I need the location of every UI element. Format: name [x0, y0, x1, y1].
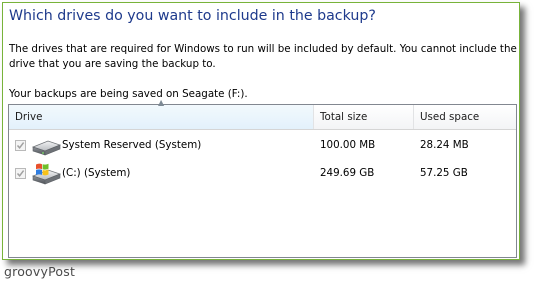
groovypost-watermark: groovyPost: [4, 264, 76, 279]
drive-row[interactable]: System Reserved (System) 100.00 MB 28.24…: [9, 133, 516, 161]
column-header-drive-label: Drive: [15, 111, 43, 123]
column-header-total-size-label: Total size: [320, 111, 368, 123]
backup-drive-selection-panel: Which drives do you want to include in t…: [2, 2, 520, 260]
drive-list[interactable]: Drive ▲ Total size Used space System Res…: [8, 98, 517, 258]
drive-name: (C:) (System): [62, 167, 131, 179]
column-header-used-space[interactable]: Used space: [414, 105, 516, 129]
drive-name: System Reserved (System): [62, 139, 202, 151]
drive-total-size: 100.00 MB: [320, 139, 376, 151]
checkmark-icon: [16, 142, 25, 149]
screenshot-stage: Which drives do you want to include in t…: [0, 0, 543, 283]
drive-used-space: 28.24 MB: [420, 139, 469, 151]
hard-drive-icon: [31, 140, 62, 156]
drive-total-size: 249.69 GB: [320, 167, 375, 179]
column-header-total-size[interactable]: Total size: [314, 105, 414, 129]
backup-location-text: Your backups are being saved on Seagate …: [9, 88, 248, 100]
drive-used-space: 57.25 GB: [420, 167, 468, 179]
column-header-drive[interactable]: Drive ▲: [9, 98, 314, 129]
column-header-used-space-label: Used space: [420, 111, 480, 123]
drive-include-checkbox[interactable]: [15, 168, 26, 179]
checkmark-icon: [16, 170, 25, 177]
drive-row[interactable]: (C:) (System) 249.69 GB 57.25 GB: [9, 161, 516, 189]
description-text: The drives that are required for Windows…: [9, 43, 517, 70]
sort-ascending-icon: ▲: [158, 98, 165, 107]
windows-drive-icon: [31, 163, 62, 185]
page-title: Which drives do you want to include in t…: [9, 8, 376, 24]
drive-include-checkbox[interactable]: [15, 140, 26, 151]
drive-list-header: Drive ▲ Total size Used space: [9, 98, 516, 130]
